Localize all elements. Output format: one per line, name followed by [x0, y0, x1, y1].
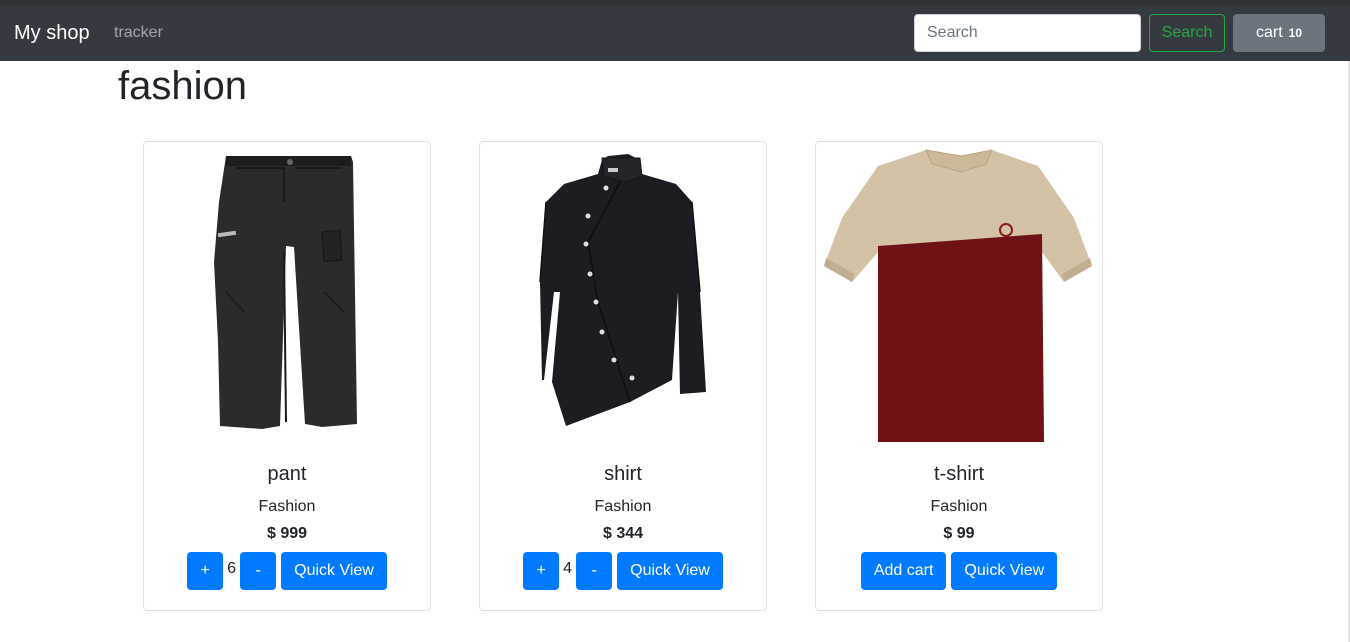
search-input[interactable] — [914, 14, 1141, 52]
search-button[interactable]: Search — [1149, 14, 1225, 52]
increment-button[interactable]: + — [187, 552, 224, 590]
product-category: Fashion — [594, 498, 652, 515]
quantity-value: 4 — [563, 560, 573, 577]
quick-view-button[interactable]: Quick View — [281, 552, 387, 590]
pants-image — [214, 156, 357, 429]
cart-label: cart — [1255, 24, 1283, 41]
quantity-value: 6 — [227, 560, 237, 577]
product-category: Fashion — [930, 498, 988, 515]
page-title: fashion — [118, 64, 247, 108]
product-price: $ 99 — [943, 525, 975, 542]
product-actions: + 6 - Quick View — [144, 552, 430, 590]
navbar: My shop tracker Search cart 10 — [0, 5, 1350, 61]
decrement-button[interactable]: - — [576, 552, 613, 590]
product-actions: Add cart Quick View — [816, 552, 1102, 590]
product-card-tshirt: t-shirt Fashion $ 99 Add cart Quick View — [815, 141, 1103, 611]
shirt-image — [539, 154, 706, 426]
product-price: $ 999 — [266, 525, 308, 542]
product-price: $ 344 — [602, 525, 644, 542]
product-card-shirt: shirt Fashion $ 344 + 4 - Quick View — [479, 141, 767, 611]
decrement-button[interactable]: - — [240, 552, 277, 590]
product-name: shirt — [604, 463, 642, 485]
tshirt-image — [824, 149, 1092, 442]
nav-link-tracker[interactable]: tracker — [114, 24, 163, 42]
cart-count-badge: 10 — [1288, 26, 1303, 40]
increment-button[interactable]: + — [523, 552, 560, 590]
product-actions: + 4 - Quick View — [480, 552, 766, 590]
product-name: pant — [267, 463, 307, 485]
quick-view-button[interactable]: Quick View — [951, 552, 1058, 590]
product-card-pant: pant Fashion $ 999 + 6 - Quick View — [143, 141, 431, 611]
product-category: Fashion — [258, 498, 316, 515]
product-name: t-shirt — [934, 463, 984, 485]
quick-view-button[interactable]: Quick View — [617, 552, 723, 590]
cart-button[interactable]: cart 10 — [1233, 14, 1325, 52]
add-cart-button[interactable]: Add cart — [860, 552, 947, 590]
brand-link[interactable]: My shop — [14, 22, 90, 45]
